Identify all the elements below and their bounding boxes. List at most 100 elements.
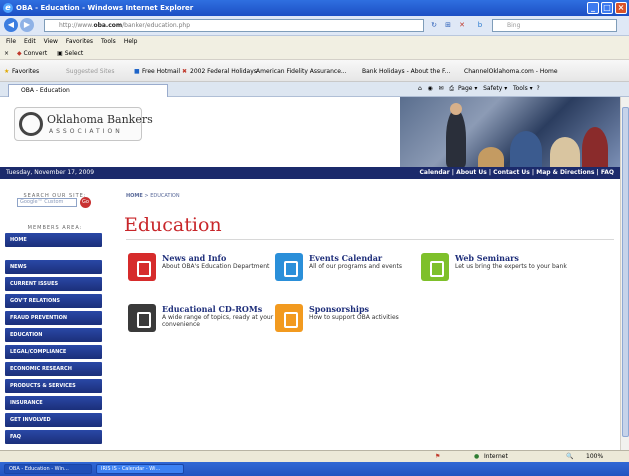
site-search-input[interactable]: Google™ Custom bbox=[17, 198, 77, 207]
fav-suggested-sites[interactable]: Suggested Sites bbox=[66, 68, 114, 75]
site-search-placeholder: Google™ Custom bbox=[20, 199, 64, 205]
menu-tools[interactable]: Tools bbox=[101, 38, 116, 45]
refresh-icon[interactable]: ↻ bbox=[428, 19, 440, 31]
search-input[interactable]: Bing bbox=[492, 19, 617, 32]
fav-channel-oklahoma[interactable]: ChannelOklahoma.com - Home bbox=[464, 68, 558, 75]
web-page: Oklahoma Bankers ASSOCIATION Tuesday, No… bbox=[0, 97, 620, 450]
sidebar-item-current-issues[interactable]: CURRENT ISSUES bbox=[5, 277, 102, 291]
favorites-button[interactable]: Favorites bbox=[12, 68, 39, 75]
card-title[interactable]: News and Info bbox=[162, 253, 226, 263]
search-placeholder: Bing bbox=[507, 22, 521, 29]
sidebar-item-insurance[interactable]: INSURANCE bbox=[5, 396, 102, 410]
scrollbar-thumb[interactable] bbox=[622, 107, 629, 437]
sidebar-item-get-involved[interactable]: GET INVOLVED bbox=[5, 413, 102, 427]
help-icon[interactable]: ? bbox=[536, 85, 539, 92]
date-bar: Tuesday, November 17, 2009 Calendar | Ab… bbox=[0, 167, 620, 179]
card-title[interactable]: Events Calendar bbox=[309, 253, 382, 263]
windows-taskbar: OBA - Education - Win... IRIS IS - Calen… bbox=[0, 462, 629, 476]
fav-hotmail-icon: ■ bbox=[134, 68, 140, 75]
members-label: MEMBERS AREA: bbox=[27, 225, 83, 231]
sidebar-item-economic-research[interactable]: ECONOMIC RESEARCH bbox=[5, 362, 102, 376]
card-title[interactable]: Web Seminars bbox=[455, 253, 519, 263]
link-map-directions[interactable]: Map & Directions bbox=[536, 169, 594, 176]
search-go-button[interactable]: Go bbox=[80, 197, 91, 208]
safety-menu[interactable]: Safety bbox=[483, 85, 502, 92]
close-toolbar-icon[interactable]: × bbox=[4, 50, 9, 57]
address-toolbar: ◀ ▶ http://www.oba.com/banker/education.… bbox=[0, 16, 629, 36]
taskbar-item-iris[interactable]: IRIS IS - Calendar - Wi... bbox=[96, 464, 184, 474]
sponsorships-icon bbox=[275, 304, 303, 332]
sidebar-item-home[interactable]: HOME bbox=[5, 233, 102, 247]
feeds-icon[interactable]: ◉ bbox=[428, 85, 433, 92]
card-web-seminars[interactable]: Web Seminars Let us bring the experts to… bbox=[421, 253, 571, 293]
fav-american-fidelity[interactable]: American Fidelity Assurance... bbox=[256, 68, 347, 75]
sidebar-item-legal-compliance[interactable]: LEGAL/COMPLIANCE bbox=[5, 345, 102, 359]
link-calendar[interactable]: Calendar bbox=[420, 169, 450, 176]
minimize-icon[interactable]: _ bbox=[587, 2, 599, 14]
page-title: Education bbox=[124, 214, 222, 236]
oba-logo[interactable]: Oklahoma Bankers ASSOCIATION bbox=[14, 107, 153, 141]
card-title[interactable]: Educational CD-ROMs bbox=[162, 304, 262, 314]
fav-bank-holidays[interactable]: Bank Holidays - About the F... bbox=[362, 68, 450, 75]
card-sponsorships[interactable]: Sponsorships How to support OBA activiti… bbox=[275, 304, 425, 344]
compat-view-icon[interactable]: ⊞ bbox=[442, 19, 454, 31]
card-educational-cd-roms[interactable]: Educational CD-ROMs A wide range of topi… bbox=[128, 304, 278, 344]
forward-button[interactable]: ▶ bbox=[20, 18, 34, 32]
news-info-icon bbox=[128, 253, 156, 281]
zoom-icon[interactable]: 🔍 bbox=[566, 451, 573, 462]
zoom-level[interactable]: 100% bbox=[586, 451, 603, 462]
maximize-icon[interactable]: □ bbox=[601, 2, 613, 14]
taskbar-item-oba[interactable]: OBA - Education - Win... bbox=[4, 464, 92, 474]
select-button[interactable]: Select bbox=[65, 50, 84, 57]
bing-icon: b bbox=[477, 21, 483, 29]
sidebar-item-govt-relations[interactable]: GOV'T RELATIONS bbox=[5, 294, 102, 308]
menu-file[interactable]: File bbox=[6, 38, 16, 45]
title-divider bbox=[126, 239, 614, 240]
close-icon[interactable]: × bbox=[615, 2, 627, 14]
link-contact-us[interactable]: Contact Us bbox=[493, 169, 530, 176]
sidebar-item-products-services[interactable]: PRODUCTS & SERVICES bbox=[5, 379, 102, 393]
card-news-info[interactable]: News and Info About OBA's Education Depa… bbox=[128, 253, 278, 293]
menu-favorites[interactable]: Favorites bbox=[66, 38, 93, 45]
command-bar: ⌂ ◉ ✉ ⎙ Page ▾ Safety ▾ Tools ▾ ? bbox=[418, 85, 540, 92]
window-title-bar: e OBA - Education - Windows Internet Exp… bbox=[0, 0, 629, 16]
card-desc: A wide range of topics, ready at your co… bbox=[162, 314, 274, 328]
link-faq[interactable]: FAQ bbox=[601, 169, 614, 176]
breadcrumb-home[interactable]: HOME bbox=[126, 193, 143, 199]
fav-free-hotmail[interactable]: Free Hotmail bbox=[142, 68, 180, 75]
sidebar-item-education[interactable]: EDUCATION bbox=[5, 328, 102, 342]
stop-icon[interactable]: ✕ bbox=[456, 19, 468, 31]
card-events-calendar[interactable]: Events Calendar All of our programs and … bbox=[275, 253, 425, 293]
vertical-scrollbar[interactable] bbox=[620, 97, 629, 450]
pdf-icon: ◆ bbox=[16, 50, 22, 57]
tools-menu[interactable]: Tools bbox=[513, 85, 528, 92]
taskbar-label: IRIS IS - Calendar - Wi... bbox=[101, 466, 161, 472]
menu-edit[interactable]: Edit bbox=[24, 38, 36, 45]
back-button[interactable]: ◀ bbox=[4, 18, 18, 32]
card-desc: Let us bring the experts to your bank bbox=[455, 263, 567, 270]
window-title: OBA - Education - Windows Internet Explo… bbox=[16, 4, 194, 12]
sidebar-item-fraud-prevention[interactable]: FRAUD PREVENTION bbox=[5, 311, 102, 325]
card-desc: About OBA's Education Department bbox=[162, 263, 270, 270]
card-title[interactable]: Sponsorships bbox=[309, 304, 369, 314]
print-icon[interactable]: ⎙ bbox=[449, 85, 454, 92]
home-icon[interactable]: ⌂ bbox=[418, 85, 422, 92]
sidebar-item-faq[interactable]: FAQ bbox=[5, 430, 102, 444]
sidebar-item-news[interactable]: NEWS bbox=[5, 260, 102, 274]
menu-bar: File Edit View Favorites Tools Help bbox=[0, 36, 629, 48]
internet-zone-icon: ● bbox=[474, 453, 480, 460]
tab-label: OBA - Education bbox=[21, 87, 70, 94]
mail-icon[interactable]: ✉ bbox=[439, 85, 444, 92]
tab-oba-education[interactable]: OBA - Education bbox=[8, 84, 168, 97]
header-photo bbox=[400, 97, 620, 167]
taskbar-label: OBA - Education - Win... bbox=[9, 466, 69, 472]
page-menu[interactable]: Page bbox=[458, 85, 473, 92]
menu-view[interactable]: View bbox=[44, 38, 58, 45]
link-about-us[interactable]: About Us bbox=[456, 169, 487, 176]
address-input[interactable]: http://www.oba.com/banker/education.php bbox=[44, 19, 424, 32]
fav-holidays-icon: ✖ bbox=[182, 68, 188, 75]
menu-help[interactable]: Help bbox=[124, 38, 138, 45]
card-desc: All of our programs and events bbox=[309, 263, 402, 270]
convert-button[interactable]: Convert bbox=[24, 50, 48, 57]
fav-federal-holidays[interactable]: 2002 Federal Holidays bbox=[190, 68, 257, 75]
